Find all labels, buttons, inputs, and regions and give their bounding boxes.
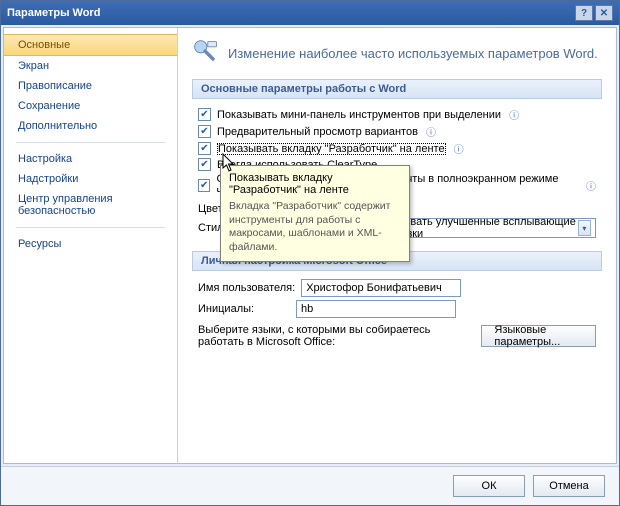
- checkbox-icon[interactable]: [198, 125, 211, 138]
- section2-body: Имя пользователя: Инициалы: Выберите язы…: [192, 279, 602, 358]
- checkbox-icon[interactable]: [198, 142, 211, 155]
- titlebar: Параметры Word ? ✕: [1, 1, 619, 25]
- sidebar-separator: [16, 142, 165, 143]
- sidebar-item-trust[interactable]: Центр управления безопасностью: [4, 189, 177, 221]
- main-panel: Изменение наиболее часто используемых па…: [178, 28, 616, 463]
- tooltip: Показывать вкладку "Разработчик" на лент…: [220, 165, 410, 262]
- page-title: Изменение наиболее часто используемых па…: [228, 46, 598, 61]
- section1-title: Основные параметры работы с Word: [192, 79, 602, 99]
- options-dialog: Параметры Word ? ✕ Основные Экран Правоп…: [0, 0, 620, 506]
- opt-label: Показывать мини-панель инструментов при …: [217, 109, 501, 121]
- help-button[interactable]: ?: [575, 5, 593, 21]
- username-row: Имя пользователя:: [198, 279, 596, 297]
- checkbox-icon[interactable]: [198, 179, 210, 192]
- tools-icon: [192, 38, 220, 69]
- sidebar-item-save[interactable]: Сохранение: [4, 96, 177, 116]
- sidebar-item-display[interactable]: Экран: [4, 56, 177, 76]
- tooltip-body: Вкладка "Разработчик" содержит инструмен…: [229, 200, 401, 255]
- sidebar-item-advanced[interactable]: Дополнительно: [4, 116, 177, 136]
- sidebar-item-resources[interactable]: Ресурсы: [4, 234, 177, 254]
- sidebar-item-general[interactable]: Основные: [4, 34, 177, 56]
- opt-developer-tab[interactable]: Показывать вкладку "Разработчик" на лент…: [198, 141, 596, 156]
- sidebar-separator: [16, 227, 165, 228]
- page-header: Изменение наиболее часто используемых па…: [192, 38, 602, 69]
- sidebar-item-addins[interactable]: Надстройки: [4, 169, 177, 189]
- username-label: Имя пользователя:: [198, 282, 295, 294]
- info-icon[interactable]: ⓘ: [586, 178, 596, 193]
- opt-mini-toolbar[interactable]: Показывать мини-панель инструментов при …: [198, 107, 596, 122]
- language-settings-button[interactable]: Языковые параметры...: [481, 325, 596, 347]
- info-icon[interactable]: ⓘ: [426, 124, 436, 139]
- opt-label: Показывать вкладку "Разработчик" на лент…: [217, 143, 446, 155]
- content-area: Основные Экран Правописание Сохранение Д…: [3, 27, 617, 464]
- ok-button[interactable]: ОК: [453, 475, 525, 497]
- opt-live-preview[interactable]: Предварительный просмотр вариантов ⓘ: [198, 124, 596, 139]
- initials-row: Инициалы:: [198, 300, 596, 318]
- initials-input[interactable]: [296, 300, 456, 318]
- sidebar-item-proofing[interactable]: Правописание: [4, 76, 177, 96]
- tooltip-title: Показывать вкладку "Разработчик" на лент…: [229, 172, 401, 196]
- initials-label: Инициалы:: [198, 303, 290, 315]
- checkbox-icon[interactable]: [198, 108, 211, 121]
- username-input[interactable]: [301, 279, 461, 297]
- chevron-down-icon[interactable]: ▾: [578, 220, 591, 236]
- window-title: Параметры Word: [7, 7, 100, 19]
- section1-body: Показывать мини-панель инструментов при …: [192, 107, 602, 251]
- dialog-footer: ОК Отмена: [1, 466, 619, 505]
- close-button[interactable]: ✕: [595, 5, 613, 21]
- sidebar-item-customize[interactable]: Настройка: [4, 149, 177, 169]
- language-text: Выберите языки, с которыми вы собираетес…: [198, 324, 471, 348]
- cancel-button[interactable]: Отмена: [533, 475, 605, 497]
- info-icon[interactable]: ⓘ: [454, 141, 464, 156]
- opt-label: Предварительный просмотр вариантов: [217, 126, 418, 138]
- sidebar: Основные Экран Правописание Сохранение Д…: [4, 28, 178, 463]
- language-row: Выберите языки, с которыми вы собираетес…: [198, 324, 596, 348]
- info-icon[interactable]: ⓘ: [509, 107, 519, 122]
- checkbox-icon[interactable]: [198, 158, 211, 171]
